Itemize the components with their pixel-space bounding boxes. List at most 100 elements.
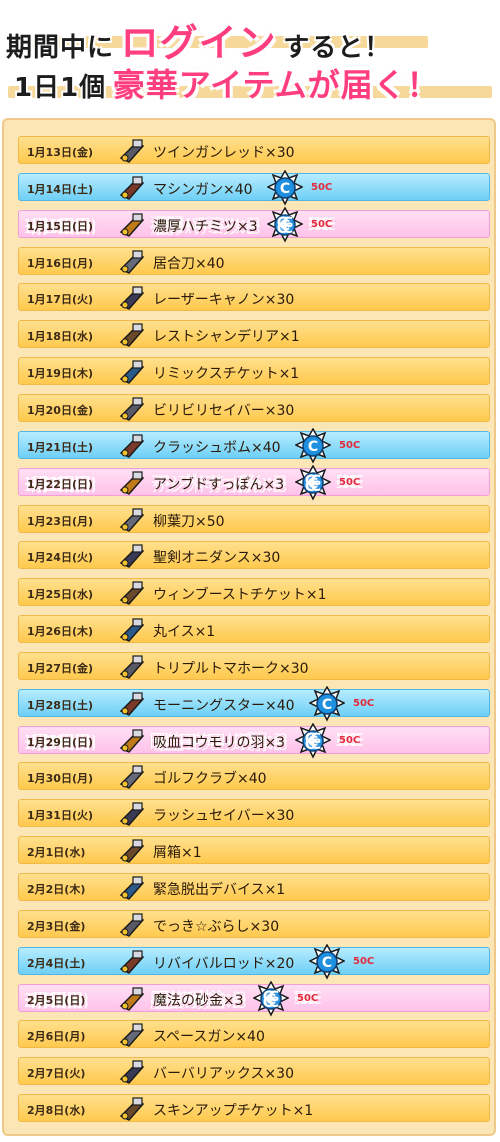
reward-date: 1月26日(木) — [27, 625, 94, 639]
revival-rod-icon — [119, 950, 145, 974]
deck-brush-icon — [119, 913, 145, 937]
reward-date: 1月21日(土) — [27, 440, 94, 454]
coin-badge-icon: C — [295, 722, 331, 759]
headline-reward: 豪華アイテムが届く！ — [112, 66, 440, 104]
reward-item-name: スペースガン×40 — [153, 1029, 265, 1046]
holy-sword-icon — [119, 544, 145, 569]
headline-prefix: 期間中に — [6, 33, 115, 63]
reward-row: 1月26日(木) 丸イス×1 — [18, 615, 490, 644]
headline-line-2: 1日1個 豪華アイテムが届く！ — [14, 60, 440, 106]
reward-row: 1月16日(月) 居合刀×40 — [18, 246, 490, 275]
reward-row: 1月19日(木) リミックスチケット×1 — [18, 357, 490, 386]
reward-date: 1月20日(金) — [27, 403, 94, 417]
gold-dust-icon — [119, 986, 145, 1011]
willow-blade-icon — [119, 507, 145, 532]
reward-row: 2月1日(水) 屑箱×1 — [18, 836, 490, 865]
iai-blade-icon — [119, 249, 145, 274]
reward-row: 1月25日(水) ウィンブーストチケット×1 — [18, 578, 490, 607]
reward-row: 2月5日(日) 魔法の砂金×3 C 50C — [18, 980, 490, 1017]
coin-amount: 50C — [297, 992, 319, 1004]
reward-row: 2月2日(木) 緊急脱出デバイス×1 — [18, 873, 490, 901]
coin-amount: 50C — [353, 955, 375, 967]
reward-item-name: ウィンブーストチケット×1 — [153, 587, 327, 604]
reward-list-panel: 1月13日(金) ツインガンレッド×30 1月14日(土) マシンガン×40 C 50C 1… — [2, 118, 496, 1136]
reward-date: 1月24日(火) — [27, 551, 94, 565]
reward-row: 1月30日(月) ゴルフクラブ×40 — [18, 762, 490, 791]
rush-saber-icon — [119, 802, 145, 827]
reward-row: 1月24日(火) 聖剣オニダンス×30 — [18, 541, 490, 570]
coin-amount: 50C — [311, 218, 333, 230]
bat-wing-icon — [119, 728, 145, 753]
svg-text:C: C — [308, 734, 318, 750]
reward-row: 2月8日(水) スキンアップチケット×1 — [18, 1094, 490, 1123]
reward-date: 1月22日(日) — [27, 477, 94, 491]
reward-date: 1月23日(月) — [27, 514, 94, 528]
coin-badge-icon: C — [295, 464, 331, 501]
reward-item-name: リミックスチケット×1 — [153, 366, 300, 383]
reward-item-name: でっき☆ぶらし×30 — [153, 918, 280, 935]
reward-item-name: 居合刀×40 — [153, 255, 225, 272]
reward-item-name: 聖剣オニダンス×30 — [153, 550, 281, 567]
reward-item-name: 柳葉刀×50 — [153, 513, 225, 530]
reward-date: 1月14日(土) — [27, 182, 94, 196]
reward-date: 2月2日(木) — [27, 883, 86, 896]
reward-item-name: バーバリアックス×30 — [153, 1066, 294, 1083]
reward-date: 2月1日(水) — [27, 846, 86, 860]
reward-date: 2月6日(月) — [27, 1030, 86, 1044]
reward-item-name: ラッシュセイバー×30 — [153, 808, 295, 825]
skin-up-ticket-icon — [119, 1097, 145, 1122]
reward-date: 1月25日(水) — [27, 588, 94, 602]
coin-badge-icon: C — [309, 943, 345, 980]
reward-item-name: 屑箱×1 — [153, 845, 202, 862]
reward-item-name: スキンアップチケット×1 — [153, 1103, 314, 1120]
reward-item-name: レストシャンデリア×1 — [153, 329, 300, 346]
reward-row: 1月28日(土) モーニングスター×40 C 50C — [18, 685, 490, 722]
reward-item-name: 丸イス×1 — [153, 624, 216, 641]
headline-suffix: すると！ — [283, 33, 392, 63]
reward-row: 2月7日(火) バーバリアックス×30 — [18, 1057, 490, 1086]
reward-date: 1月29日(日) — [27, 735, 94, 749]
biribiri-saber-icon — [119, 397, 145, 421]
coin-badge-icon: C — [309, 685, 345, 722]
reward-date: 2月4日(土) — [27, 956, 86, 970]
coin-badge-icon: C — [295, 427, 331, 464]
reward-item-name: 魔法の砂金×3 — [153, 992, 244, 1009]
reward-date: 1月17日(火) — [27, 293, 94, 307]
reward-date: 1月30日(月) — [27, 772, 94, 786]
reward-date: 1月19日(木) — [27, 367, 94, 381]
svg-text:C: C — [280, 181, 290, 197]
round-stool-icon — [119, 618, 145, 642]
campaign-header: 期間中に ログイン すると！ 1日1個 豪華アイテムが届く！ — [0, 0, 500, 110]
reward-row: 1月21日(土) クラッシュボム×40 C 50C — [18, 427, 490, 464]
space-gun-icon — [119, 1023, 145, 1048]
reward-row: 1月17日(火) レーザーキャノン×30 — [18, 283, 490, 312]
reward-item-name: マシンガン×40 — [153, 181, 253, 198]
coin-amount: 50C — [339, 476, 361, 488]
reward-item-name: 濃厚ハチミツ×3 — [153, 218, 258, 235]
machine-gun-icon — [119, 176, 145, 200]
headline-login: ログイン — [120, 21, 277, 65]
escape-device-icon — [119, 876, 145, 900]
reward-row: 2月4日(土) リバイバルロッド×20 C 50C — [18, 943, 490, 980]
svg-text:C: C — [322, 697, 332, 713]
coin-amount: 50C — [339, 734, 361, 746]
reward-item-name: モーニングスター×40 — [153, 697, 295, 714]
reward-item-name: クラッシュボム×40 — [153, 439, 281, 456]
reward-date: 1月31日(火) — [27, 809, 94, 823]
tomahawk-icon — [119, 655, 145, 679]
golf-club-icon — [119, 765, 145, 790]
reward-item-name: ゴルフクラブ×40 — [153, 771, 267, 788]
laser-cannon-icon — [119, 286, 145, 311]
coin-badge-icon: C — [267, 206, 303, 243]
coin-amount: 50C — [353, 697, 375, 709]
reward-date: 1月28日(土) — [27, 698, 94, 712]
coin-badge-icon: C — [253, 980, 289, 1017]
reward-item-name: リバイバルロッド×20 — [153, 955, 295, 972]
reward-item-name: アンブドすっぽん×3 — [153, 476, 285, 493]
reward-item-name: ビリビリセイバー×30 — [153, 402, 295, 419]
reward-row: 1月18日(水) レストシャンデリア×1 — [18, 320, 490, 349]
reward-row: 1月14日(土) マシンガン×40 C 50C — [18, 169, 490, 206]
reward-date: 1月13日(金) — [27, 146, 94, 159]
crash-bomb-icon — [119, 434, 145, 458]
reward-item-name: 緊急脱出デバイス×1 — [153, 882, 286, 898]
